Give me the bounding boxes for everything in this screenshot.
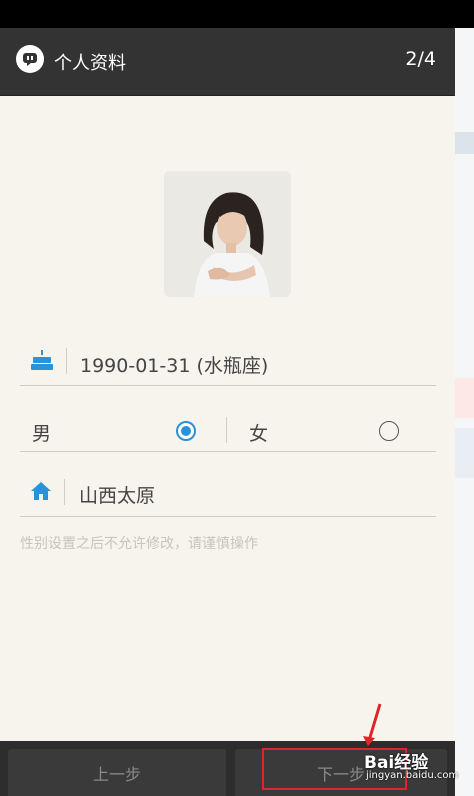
gender-male-radio[interactable] xyxy=(176,421,196,441)
status-bar xyxy=(0,0,474,28)
annotation-arrow xyxy=(363,703,382,746)
profile-dialog: 个人资料 2/4 1990-01-31 (水瓶座) 男 女 山西太原 性别设置之… xyxy=(0,28,455,796)
gender-row: 男 女 xyxy=(20,405,436,452)
cake-icon xyxy=(30,349,54,375)
divider xyxy=(226,417,227,443)
avatar[interactable] xyxy=(164,171,291,297)
birthday-row[interactable]: 1990-01-31 (水瓶座) xyxy=(20,338,436,386)
step-indicator: 2/4 xyxy=(405,48,436,70)
gender-female-label: 女 xyxy=(249,423,269,445)
chat-bubble-icon xyxy=(16,45,44,73)
bg-red-bar xyxy=(455,378,474,418)
watermark-url: jingyan.baidu.com xyxy=(366,770,459,781)
prev-button[interactable]: 上一步 xyxy=(8,749,226,796)
gender-female-radio[interactable] xyxy=(379,421,399,441)
divider xyxy=(66,348,67,374)
region-row[interactable]: 山西太原 xyxy=(20,468,436,517)
dialog-title: 个人资料 xyxy=(54,53,126,74)
region-value: 山西太原 xyxy=(79,485,156,507)
divider xyxy=(64,479,65,505)
bg-blue-bar xyxy=(455,428,474,478)
home-icon xyxy=(30,481,52,505)
birthday-value: 1990-01-31 (水瓶座) xyxy=(80,355,269,377)
bg-header-bar xyxy=(455,132,474,154)
background-page xyxy=(455,28,474,796)
gender-hint: 性别设置之后不允许修改，请谨慎操作 xyxy=(20,536,258,552)
gender-male-label: 男 xyxy=(32,423,52,445)
dialog-header: 个人资料 2/4 xyxy=(0,28,455,96)
